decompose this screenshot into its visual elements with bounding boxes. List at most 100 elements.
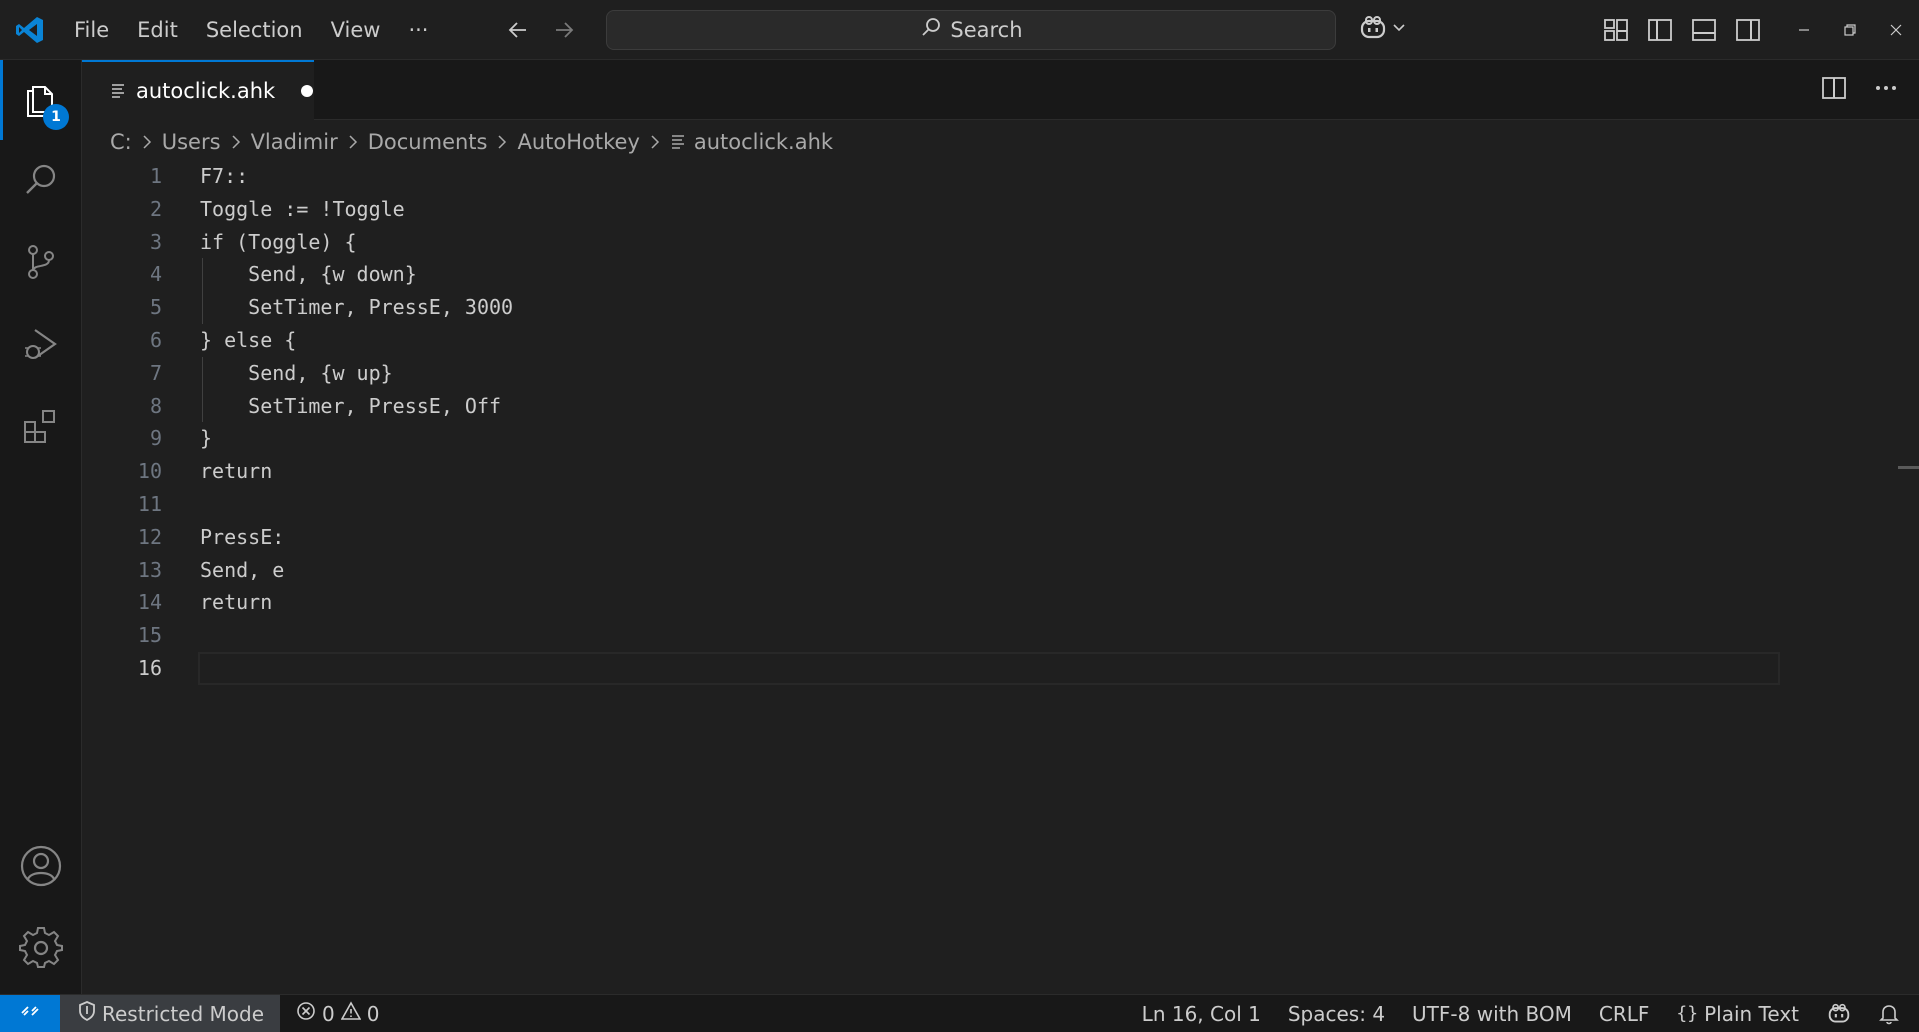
problems-indicator[interactable]: 0 0 [280,1001,380,1026]
manage-button[interactable] [0,910,82,990]
language-mode[interactable]: {} Plain Text [1676,1002,1799,1026]
warning-icon [340,1001,362,1026]
menu-file[interactable]: File [60,10,123,50]
code-line[interactable]: return [200,455,1780,488]
language-label: Plain Text [1704,1001,1799,1026]
code-line[interactable]: } else { [200,324,1780,357]
back-arrow-icon[interactable] [502,14,534,46]
menu-edit[interactable]: Edit [123,10,192,50]
close-icon[interactable] [1873,0,1919,60]
extensions-icon [21,406,61,450]
code-text: Send, {w up} [200,360,393,385]
code-line[interactable] [200,619,1780,652]
more-actions-icon[interactable] [1873,75,1899,105]
menu-view[interactable]: View [317,10,395,50]
end-of-line[interactable]: CRLF [1599,1002,1650,1026]
menu-more[interactable]: ··· [394,10,442,50]
line-number: 7 [149,360,162,385]
menu-selection[interactable]: Selection [192,10,317,50]
line-number: 12 [137,524,162,549]
encoding[interactable]: UTF-8 with BOM [1412,1002,1572,1026]
line-number: 1 [149,164,162,188]
code-line[interactable]: return [200,586,1780,619]
code-line[interactable]: PressE: [200,521,1780,554]
chevron-right-icon [648,135,662,149]
current-line-number: 16 [137,655,162,680]
unsaved-dot-icon[interactable] [301,85,314,97]
restore-icon[interactable] [1827,0,1873,60]
layout-controls [1601,15,1763,45]
title-bar: File Edit Selection View ··· Search [0,0,1919,60]
minimize-icon[interactable] [1781,0,1827,60]
navigation-arrows [502,14,580,46]
code-line[interactable]: SetTimer, PressE, 3000 [200,291,1780,324]
command-center-search[interactable]: Search [606,9,1337,50]
bell-icon[interactable] [1879,1003,1899,1025]
search-icon [920,16,942,43]
line-number: 9 [149,426,162,451]
code-line[interactable]: Toggle := !Toggle [200,193,1780,226]
extensions-button[interactable] [0,388,82,468]
toggle-primary-sidebar-icon[interactable] [1645,15,1675,45]
current-code-line[interactable] [198,651,1780,685]
active-indicator [0,60,3,140]
status-bar: Restricted Mode 0 0 Ln 16, Col 1 Spaces:… [0,994,1919,1032]
chevron-right-icon [140,135,154,149]
code-text: SetTimer, PressE, 3000 [200,295,514,320]
search-view-button[interactable] [0,142,82,222]
toggle-panel-icon[interactable] [1689,15,1719,45]
code-line[interactable]: if (Toggle) { [200,226,1780,259]
code-line[interactable]: Send, {w up} [200,356,1780,390]
breadcrumb-vladimir[interactable]: Vladimir [251,130,338,154]
warning-count: 0 [366,1001,380,1026]
accounts-button[interactable] [0,828,82,908]
indentation[interactable]: Spaces: 4 [1288,1002,1385,1026]
breadcrumb-file[interactable]: autoclick.ahk [694,130,833,154]
indent-guide [202,291,203,324]
code-text: Send, {w down} [200,262,417,287]
breadcrumb-autohotkey[interactable]: AutoHotkey [517,130,639,154]
line-number: 3 [149,229,162,254]
breadcrumb-users[interactable]: Users [162,130,221,154]
search-icon [21,160,61,204]
customize-layout-icon[interactable] [1601,15,1631,45]
breadcrumb-drive[interactable]: C: [110,130,132,154]
run-debug-button[interactable] [0,306,82,386]
minimap[interactable] [1782,160,1872,220]
code-line[interactable]: } [200,422,1780,455]
code-line[interactable]: F7:: [200,160,1780,193]
code-lines[interactable]: F7:: Toggle := !Toggle if (Toggle) { Sen… [198,160,1780,685]
indent-guide [202,389,203,423]
toggle-secondary-sidebar-icon[interactable] [1733,15,1763,45]
remote-button[interactable] [0,994,60,1032]
line-number: 10 [137,459,162,484]
code-line[interactable]: SetTimer, PressE, Off [200,389,1780,423]
split-editor-icon[interactable] [1821,75,1847,105]
source-control-icon [21,242,61,286]
code-line[interactable] [200,488,1780,521]
tab-autoclick[interactable]: autoclick.ahk [82,60,314,120]
account-icon [19,844,63,892]
code-editor[interactable]: 1 2 3 4 5 6 7 8 9 10 11 12 13 14 15 16 F… [82,160,1919,994]
scrollbar-cursor-marker[interactable] [1898,466,1919,469]
code-line[interactable]: Send, {w down} [200,258,1780,292]
cursor-position[interactable]: Ln 16, Col 1 [1142,1002,1261,1026]
explorer-button[interactable]: 1 [0,60,82,140]
chevron-right-icon [229,135,243,149]
error-count: 0 [322,1001,335,1026]
forward-arrow-icon[interactable] [548,14,580,46]
copilot-status-icon[interactable] [1826,1003,1852,1025]
line-number: 4 [149,262,162,287]
source-control-button[interactable] [0,224,82,304]
gear-icon [19,926,63,974]
code-text: SetTimer, PressE, Off [200,393,502,418]
line-number: 6 [149,327,162,352]
code-line[interactable]: Send, e [200,554,1780,587]
line-number: 5 [149,295,162,320]
error-icon [296,1001,316,1026]
line-number: 15 [137,623,162,648]
copilot-menu-button[interactable] [1358,15,1406,45]
restricted-mode-indicator[interactable]: Restricted Mode [60,994,281,1032]
breadcrumb-documents[interactable]: Documents [368,130,488,154]
status-bar-right: Ln 16, Col 1 Spaces: 4 UTF-8 with BOM CR… [1142,1002,1919,1026]
